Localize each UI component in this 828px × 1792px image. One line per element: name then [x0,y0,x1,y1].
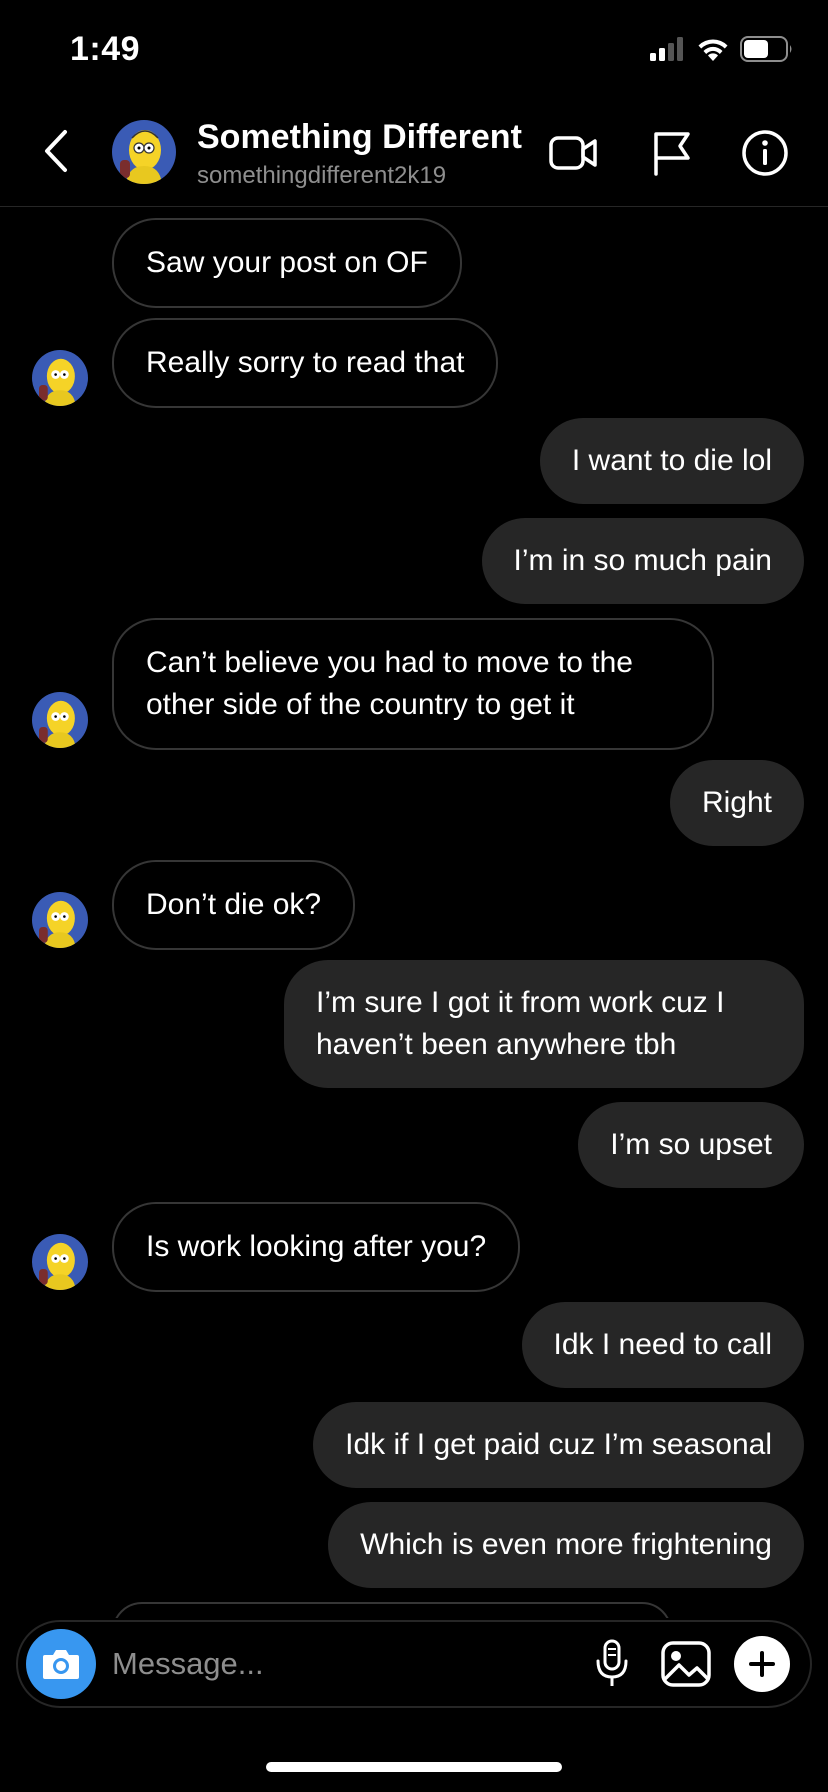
wifi-icon [696,36,730,67]
contact-name[interactable]: Something Different [197,118,522,157]
sender-avatar[interactable] [32,1234,88,1290]
outgoing-message[interactable]: Idk I need to call [521,1302,804,1388]
flag-icon [654,132,690,176]
more-options-button[interactable] [734,1636,790,1692]
contact-username: somethingdifferent2k19 [197,162,447,189]
message-input[interactable] [112,1634,582,1694]
incoming-message[interactable]: Don’t die ok? [112,860,356,950]
status-bar: 1:49 [0,0,828,100]
outgoing-message[interactable]: I want to die lol [539,418,804,504]
camera-button[interactable] [26,1629,96,1699]
video-call-button[interactable] [546,126,600,180]
message-composer [16,1620,812,1708]
outgoing-message[interactable]: Idk if I get paid cuz I’m seasonal [313,1402,804,1488]
outgoing-message[interactable]: I’m sure I got it from work cuz I haven’… [284,960,804,1088]
back-button[interactable] [36,126,76,176]
chat-header: Something Different somethingdifferent2k… [0,100,828,207]
incoming-message[interactable]: Saw your post on OF [112,218,462,308]
camera-icon [43,1650,79,1679]
video-camera-icon [549,136,597,170]
incoming-message-partial[interactable] [112,1602,672,1618]
home-indicator[interactable] [266,1762,562,1772]
info-button[interactable] [738,126,792,180]
status-icons [650,36,794,67]
battery-icon [740,36,794,67]
incoming-message[interactable]: Can’t believe you had to move to the oth… [112,618,714,750]
info-icon [742,130,788,176]
chevron-left-icon [45,130,67,172]
sender-avatar[interactable] [32,892,88,948]
voice-message-button[interactable] [584,1636,640,1692]
outgoing-message[interactable]: I’m in so much pain [481,518,804,604]
status-time: 1:49 [70,30,141,68]
message-thread[interactable]: Saw your post on OF Really sorry to read… [0,208,828,1618]
outgoing-message[interactable]: Right [669,760,804,846]
incoming-message[interactable]: Is work looking after you? [112,1202,521,1292]
plus-icon [749,1651,775,1677]
gallery-button[interactable] [658,1636,714,1692]
outgoing-message[interactable]: Which is even more frightening [328,1502,804,1588]
report-button[interactable] [644,126,698,180]
signal-icon [650,37,686,66]
sender-avatar[interactable] [32,692,88,748]
image-icon [661,1641,711,1687]
incoming-message[interactable]: Really sorry to read that [112,318,499,408]
microphone-icon [596,1639,628,1686]
outgoing-message[interactable]: I’m so upset [578,1102,804,1188]
sender-avatar[interactable] [32,350,88,406]
contact-avatar[interactable] [112,120,176,184]
